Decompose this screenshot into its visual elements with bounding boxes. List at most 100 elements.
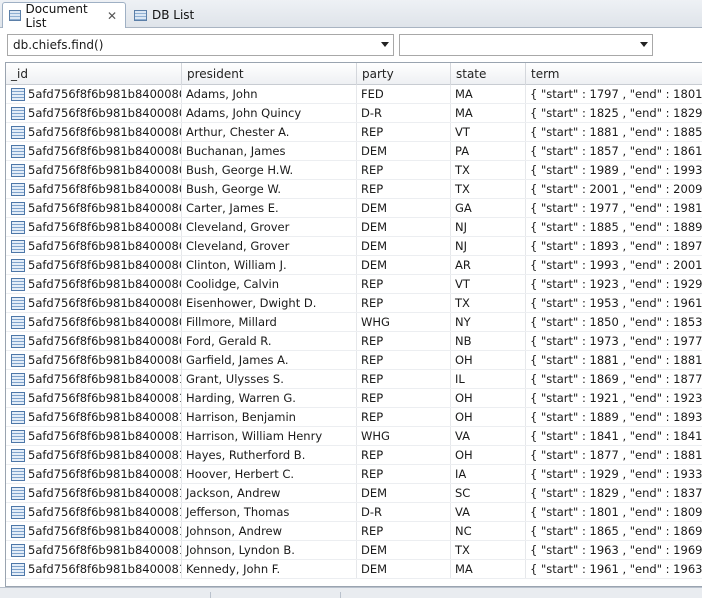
id-cell[interactable]: 5afd756f8f6b981b84000817: [6, 503, 182, 521]
id-cell[interactable]: 5afd756f8f6b981b84000816: [6, 484, 182, 502]
state-cell[interactable]: TX: [451, 294, 526, 312]
state-cell[interactable]: NJ: [451, 218, 526, 236]
term-cell[interactable]: { "start" : 1857 , "end" : 1861}: [526, 142, 702, 160]
table-row[interactable]: 5afd756f8f6b981b8400080f Garfield, James …: [6, 351, 702, 370]
secondary-combo[interactable]: [399, 34, 653, 56]
party-cell[interactable]: DEM: [357, 199, 451, 217]
state-cell[interactable]: IA: [451, 465, 526, 483]
state-cell[interactable]: NJ: [451, 237, 526, 255]
id-cell[interactable]: 5afd756f8f6b981b84000819: [6, 541, 182, 559]
president-cell[interactable]: Harrison, William Henry: [182, 427, 357, 445]
party-cell[interactable]: REP: [357, 370, 451, 388]
party-cell[interactable]: REP: [357, 389, 451, 407]
id-cell[interactable]: 5afd756f8f6b981b84000804: [6, 142, 182, 160]
term-cell[interactable]: { "start" : 2001 , "end" : 2009}: [526, 180, 702, 198]
party-cell[interactable]: DEM: [357, 142, 451, 160]
term-cell[interactable]: { "start" : 1989 , "end" : 1993}: [526, 161, 702, 179]
table-row[interactable]: 5afd756f8f6b981b84000807 Carter, James E.…: [6, 199, 702, 218]
president-cell[interactable]: Fillmore, Millard: [182, 313, 357, 331]
id-cell[interactable]: 5afd756f8f6b981b8400081a: [6, 560, 182, 578]
state-cell[interactable]: NC: [451, 522, 526, 540]
president-cell[interactable]: Harrison, Benjamin: [182, 408, 357, 426]
tab-document-list[interactable]: Document List ✕: [2, 2, 126, 30]
state-cell[interactable]: TX: [451, 161, 526, 179]
president-cell[interactable]: Eisenhower, Dwight D.: [182, 294, 357, 312]
id-cell[interactable]: 5afd756f8f6b981b84000801: [6, 85, 182, 103]
party-cell[interactable]: DEM: [357, 560, 451, 578]
president-cell[interactable]: Johnson, Lyndon B.: [182, 541, 357, 559]
party-cell[interactable]: FED: [357, 85, 451, 103]
state-cell[interactable]: AR: [451, 256, 526, 274]
table-row[interactable]: 5afd756f8f6b981b8400080b Coolidge, Calvin…: [6, 275, 702, 294]
state-cell[interactable]: OH: [451, 446, 526, 464]
president-cell[interactable]: Hoover, Herbert C.: [182, 465, 357, 483]
president-cell[interactable]: Garfield, James A.: [182, 351, 357, 369]
state-cell[interactable]: VT: [451, 123, 526, 141]
chevron-down-icon[interactable]: [381, 42, 389, 47]
president-cell[interactable]: Harding, Warren G.: [182, 389, 357, 407]
column-header-state[interactable]: state: [451, 63, 526, 85]
term-cell[interactable]: { "start" : 1923 , "end" : 1929}: [526, 275, 702, 293]
table-row[interactable]: 5afd756f8f6b981b84000801 Adams, John FED MA…: [6, 85, 702, 104]
term-cell[interactable]: { "start" : 1825 , "end" : 1829}: [526, 104, 702, 122]
party-cell[interactable]: DEM: [357, 237, 451, 255]
chevron-down-icon[interactable]: [640, 42, 648, 47]
table-row[interactable]: 5afd756f8f6b981b8400081a Kennedy, John F.…: [6, 560, 702, 579]
table-row[interactable]: 5afd756f8f6b981b84000804 Buchanan, James D…: [6, 142, 702, 161]
term-cell[interactable]: { "start" : 1881 , "end" : 1881}: [526, 351, 702, 369]
id-cell[interactable]: 5afd756f8f6b981b8400080b: [6, 275, 182, 293]
state-cell[interactable]: OH: [451, 389, 526, 407]
term-cell[interactable]: { "start" : 1885 , "end" : 1889}: [526, 218, 702, 236]
president-cell[interactable]: Adams, John Quincy: [182, 104, 357, 122]
id-cell[interactable]: 5afd756f8f6b981b84000811: [6, 389, 182, 407]
state-cell[interactable]: IL: [451, 370, 526, 388]
party-cell[interactable]: REP: [357, 522, 451, 540]
term-cell[interactable]: { "start" : 1850 , "end" : 1853}: [526, 313, 702, 331]
table-row[interactable]: 5afd756f8f6b981b84000809 Cleveland, Grove…: [6, 237, 702, 256]
state-cell[interactable]: NB: [451, 332, 526, 350]
president-cell[interactable]: Bush, George W.: [182, 180, 357, 198]
state-cell[interactable]: GA: [451, 199, 526, 217]
party-cell[interactable]: WHG: [357, 313, 451, 331]
party-cell[interactable]: D-R: [357, 503, 451, 521]
id-cell[interactable]: 5afd756f8f6b981b84000803: [6, 123, 182, 141]
term-cell[interactable]: { "start" : 1973 , "end" : 1977}: [526, 332, 702, 350]
party-cell[interactable]: DEM: [357, 541, 451, 559]
term-cell[interactable]: { "start" : 1963 , "end" : 1969}: [526, 541, 702, 559]
state-cell[interactable]: MA: [451, 85, 526, 103]
term-cell[interactable]: { "start" : 1921 , "end" : 1923}: [526, 389, 702, 407]
president-cell[interactable]: Carter, James E.: [182, 199, 357, 217]
party-cell[interactable]: REP: [357, 351, 451, 369]
table-row[interactable]: 5afd756f8f6b981b84000803 Arthur, Chester …: [6, 123, 702, 142]
state-cell[interactable]: VA: [451, 503, 526, 521]
president-cell[interactable]: Jefferson, Thomas: [182, 503, 357, 521]
table-row[interactable]: 5afd756f8f6b981b84000814 Hayes, Rutherfor…: [6, 446, 702, 465]
table-row[interactable]: 5afd756f8f6b981b84000806 Bush, George W. R…: [6, 180, 702, 199]
president-cell[interactable]: Cleveland, Grover: [182, 218, 357, 236]
state-cell[interactable]: TX: [451, 541, 526, 559]
president-cell[interactable]: Clinton, William J.: [182, 256, 357, 274]
id-cell[interactable]: 5afd756f8f6b981b8400080c: [6, 294, 182, 312]
president-cell[interactable]: Coolidge, Calvin: [182, 275, 357, 293]
state-cell[interactable]: OH: [451, 351, 526, 369]
id-cell[interactable]: 5afd756f8f6b981b84000815: [6, 465, 182, 483]
president-cell[interactable]: Johnson, Andrew: [182, 522, 357, 540]
column-header-party[interactable]: party: [357, 63, 451, 85]
term-cell[interactable]: { "start" : 1977 , "end" : 1981}: [526, 199, 702, 217]
state-cell[interactable]: VT: [451, 275, 526, 293]
term-cell[interactable]: { "start" : 1841 , "end" : 1841}: [526, 427, 702, 445]
table-row[interactable]: 5afd756f8f6b981b8400080a Clinton, William…: [6, 256, 702, 275]
id-cell[interactable]: 5afd756f8f6b981b84000806: [6, 180, 182, 198]
id-cell[interactable]: 5afd756f8f6b981b84000807: [6, 199, 182, 217]
column-header-id[interactable]: _id: [6, 63, 182, 85]
term-cell[interactable]: { "start" : 1797 , "end" : 1801}: [526, 85, 702, 103]
id-cell[interactable]: 5afd756f8f6b981b84000802: [6, 104, 182, 122]
id-cell[interactable]: 5afd756f8f6b981b8400080e: [6, 332, 182, 350]
table-row[interactable]: 5afd756f8f6b981b84000815 Hoover, Herbert …: [6, 465, 702, 484]
president-cell[interactable]: Ford, Gerald R.: [182, 332, 357, 350]
id-cell[interactable]: 5afd756f8f6b981b84000809: [6, 237, 182, 255]
state-cell[interactable]: VA: [451, 427, 526, 445]
party-cell[interactable]: DEM: [357, 218, 451, 236]
party-cell[interactable]: REP: [357, 123, 451, 141]
party-cell[interactable]: D-R: [357, 104, 451, 122]
